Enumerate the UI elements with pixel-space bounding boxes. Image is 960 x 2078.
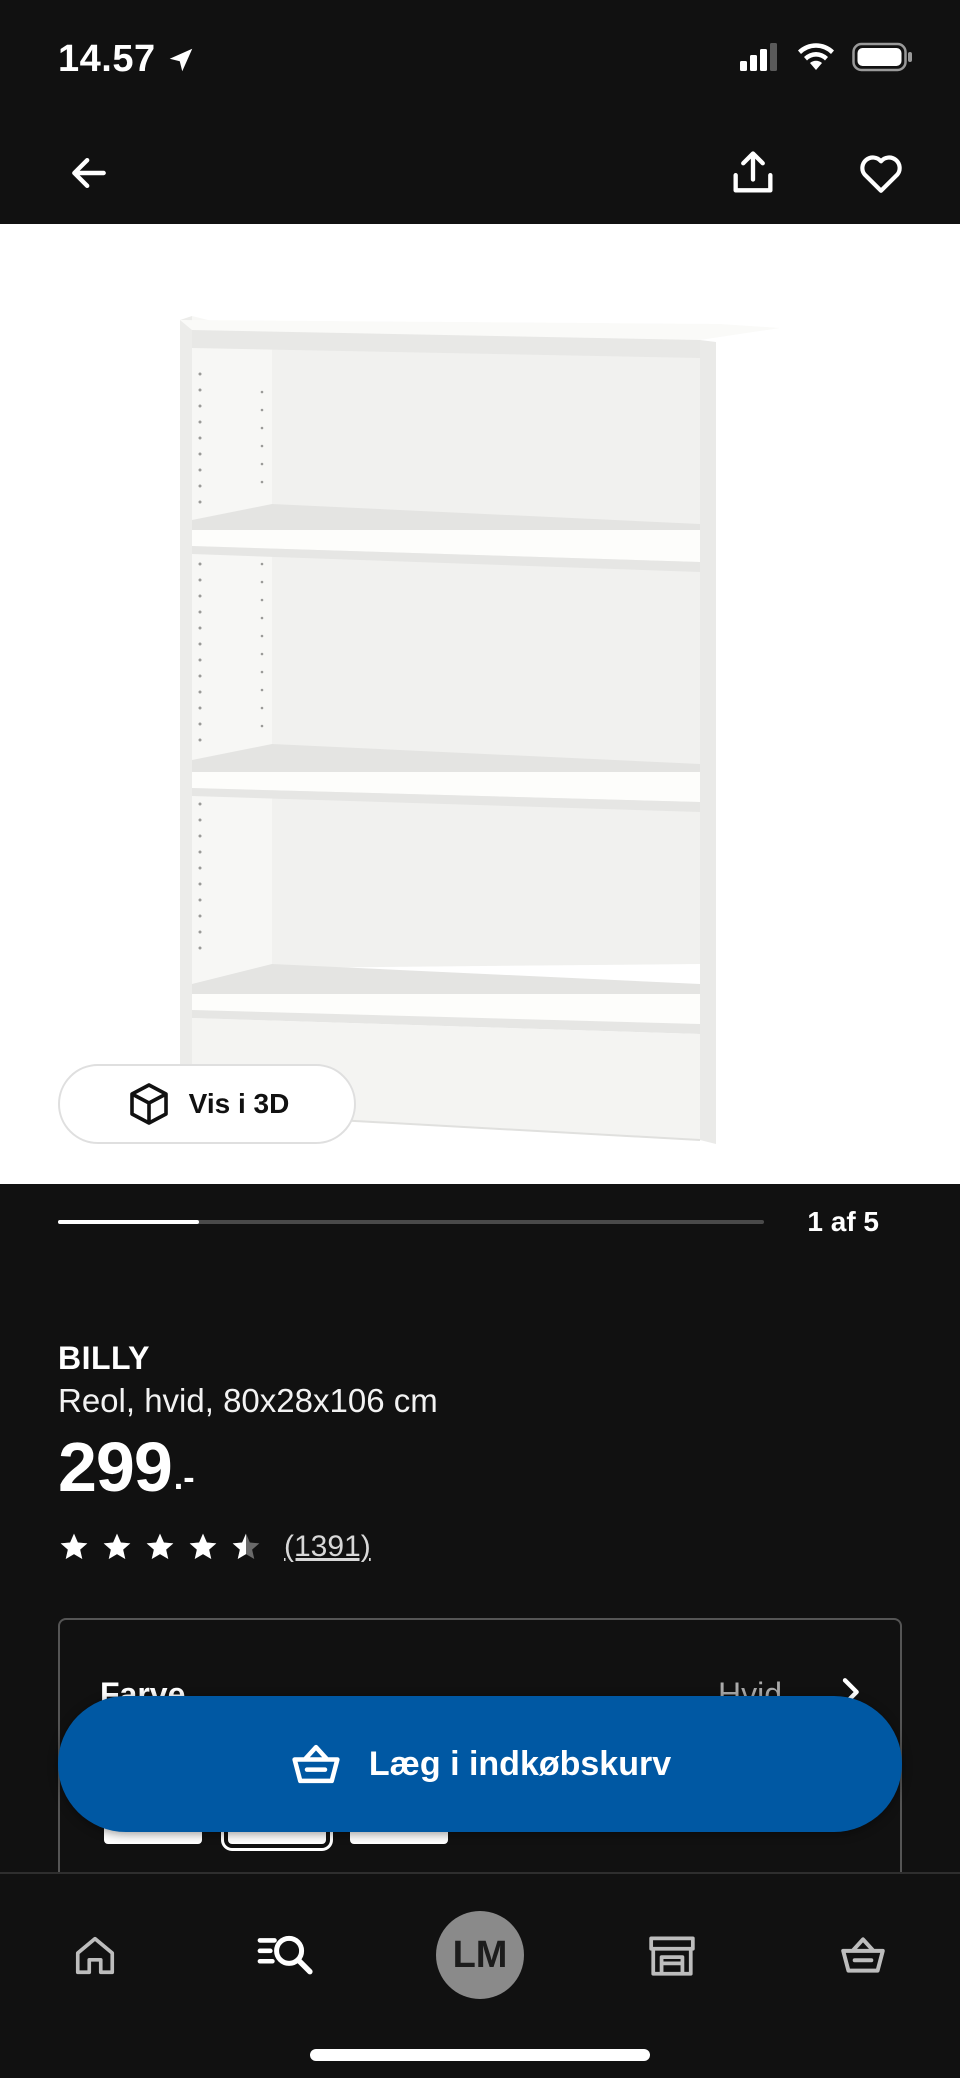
star-icon [103, 1533, 131, 1559]
share-button[interactable] [718, 138, 788, 208]
heart-icon [860, 155, 902, 193]
status-bar: 14.57 [0, 0, 960, 120]
product-name: BILLY [58, 1340, 150, 1376]
add-to-cart-button[interactable]: Læg i indkøbskurv [58, 1696, 902, 1832]
gallery-progress-track [58, 1220, 764, 1224]
status-time-text: 14.57 [58, 38, 156, 80]
battery-icon [852, 42, 912, 72]
tab-stores[interactable] [617, 1900, 727, 2010]
product-image-gallery[interactable]: Vis i 3D [0, 224, 960, 1184]
back-button[interactable] [54, 138, 124, 208]
home-icon [75, 1936, 115, 1975]
view-in-3d-button[interactable]: Vis i 3D [58, 1064, 356, 1144]
tab-profile[interactable]: LM [425, 1900, 535, 2010]
product-image [180, 316, 780, 1144]
gallery-position-label: 1 af 5 [807, 1206, 879, 1237]
tab-cart[interactable] [808, 1900, 918, 2010]
gallery-progress-fill [58, 1220, 200, 1224]
star-icon [232, 1533, 260, 1559]
product-description: Reol, hvid, 80x28x106 cm [58, 1382, 438, 1419]
favorite-button[interactable] [846, 138, 916, 208]
star-icon [60, 1533, 88, 1559]
bottom-tab-bar: LM [0, 1872, 960, 2078]
store-icon [649, 1936, 695, 1976]
cube-icon [129, 1083, 168, 1125]
product-price: 299 .- [58, 1432, 195, 1502]
review-count-link[interactable]: (1391) [284, 1530, 371, 1564]
tab-search[interactable] [232, 1900, 342, 2010]
basket-icon [841, 1937, 885, 1973]
rating-stars [58, 1531, 262, 1563]
price-amount: 299 [58, 1428, 173, 1506]
product-rating[interactable]: (1391) [58, 1530, 371, 1564]
add-to-cart-label: Læg i indkøbskurv [368, 1744, 672, 1783]
basket-icon [292, 1744, 340, 1784]
status-time: 14.57 [58, 38, 196, 81]
wifi-icon [798, 43, 834, 70]
back-arrow-icon [72, 157, 106, 189]
search-list-icon [257, 1935, 313, 1975]
home-indicator [310, 2049, 650, 2061]
status-indicators [740, 42, 914, 72]
tab-home[interactable] [40, 1900, 150, 2010]
signal-icon [740, 43, 777, 71]
top-navigation [0, 120, 960, 224]
avatar: LM [436, 1911, 524, 1999]
share-icon [733, 151, 773, 193]
view-in-3d-label: Vis i 3D [188, 1088, 290, 1119]
star-icon [146, 1533, 174, 1559]
price-suffix: .- [173, 1459, 195, 1497]
gallery-progress: 1 af 5 [0, 1184, 960, 1260]
location-arrow-icon [169, 48, 192, 71]
star-icon [189, 1533, 217, 1559]
